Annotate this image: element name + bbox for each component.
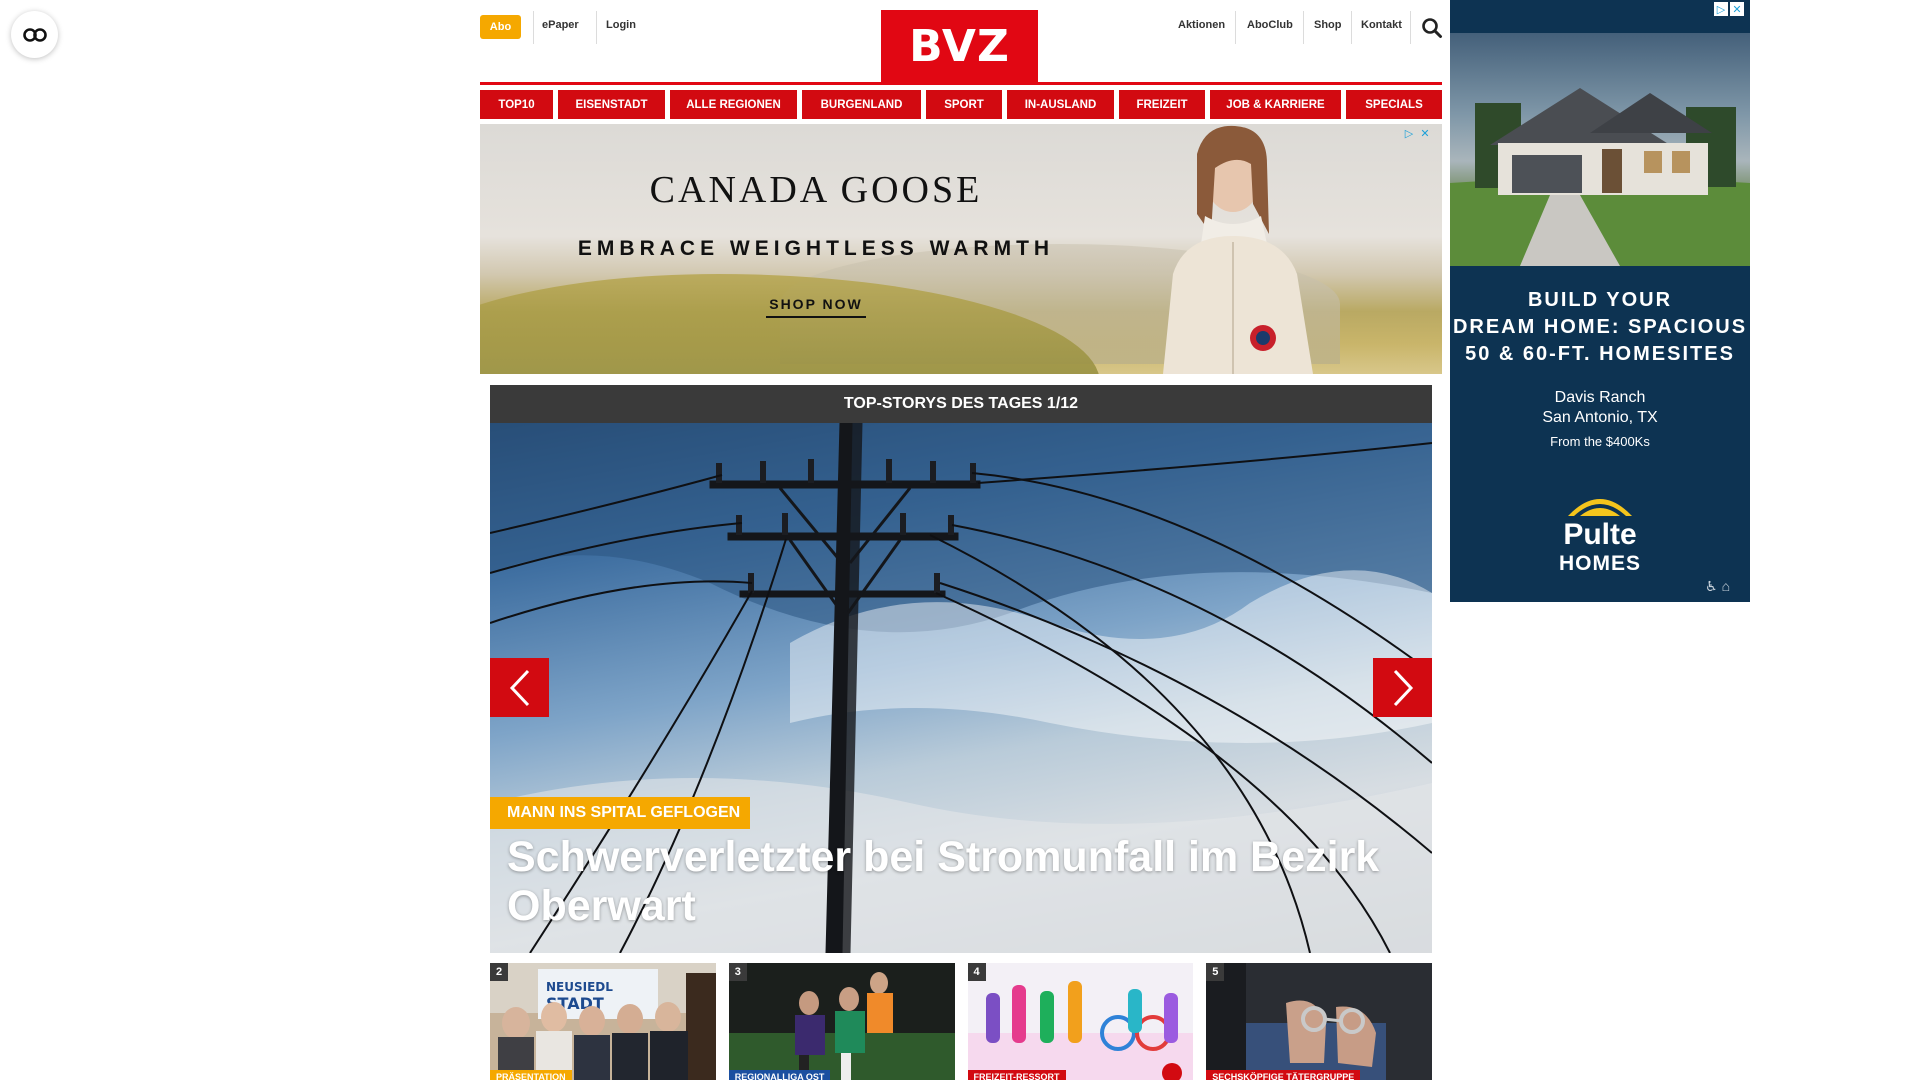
thumb-number: 3 [728, 963, 747, 981]
header-divider [1410, 11, 1411, 44]
headline-line: 50 & 60-FT. HOMESITES [1465, 343, 1735, 365]
aktionen-link[interactable]: Aktionen [1178, 19, 1225, 31]
nav-item-alle-regionen[interactable]: ALLE REGIONEN [670, 90, 797, 119]
headline-line: BUILD YOUR [1527, 289, 1673, 311]
site-logo[interactable]: BVZ [881, 10, 1038, 82]
accessibility-toggle-button[interactable] [11, 11, 58, 58]
aboclub-link[interactable]: AboClub [1247, 19, 1293, 31]
story-thumb-4[interactable]: 4 FREIZEIT-RESSORT [967, 963, 1194, 1080]
page-main-column: Abo ePaper Login BVZ Aktionen AboClub Sh… [480, 0, 1442, 1080]
top-stories-section: TOP-STORYS DES TAGES 1/12 MANN INS SPITA… [490, 385, 1432, 1080]
epaper-link[interactable]: ePaper [542, 19, 579, 31]
nav-item-job-karriere[interactable]: JOB & KARRIERE [1210, 90, 1341, 119]
banner-ad[interactable]: CANADA GOOSE EMBRACE WEIGHTLESS WARMTH S… [480, 124, 1442, 374]
ad-tagline: EMBRACE WEIGHTLESS WARMTH [577, 237, 1055, 260]
thumb-category-tag: REGIONALLIGA OST [728, 1070, 831, 1080]
carousel-next-button[interactable] [1373, 658, 1432, 717]
hero-kicker: MANN INS SPITAL GEFLOGEN [490, 797, 751, 829]
nav-item-burgenland[interactable]: BURGENLAND [802, 90, 921, 119]
svg-text:NEUSIEDL: NEUSIEDL [546, 980, 613, 994]
adchoices-icon[interactable]: ▷ [1402, 126, 1416, 140]
header-rule [480, 82, 1442, 85]
nav-item-sport[interactable]: SPORT [926, 90, 1002, 119]
hero-headline[interactable]: Schwerverletzter bei Stromunfall im Bezi… [507, 833, 1407, 931]
header-divider [1235, 11, 1236, 44]
side-ad-location: Davis Ranch San Antonio, TX [1450, 388, 1750, 428]
story-thumb-2[interactable]: NEUSIEDL STADT 2 PRÄSENTATION [490, 963, 716, 1080]
header-divider [1303, 11, 1304, 44]
side-adchoices-control[interactable]: ▷ ✕ [1714, 2, 1744, 16]
kontakt-link[interactable]: Kontakt [1361, 19, 1402, 31]
equal-housing-icon: ⌂ [1721, 578, 1731, 594]
chevron-right-icon [1393, 669, 1413, 706]
accessibility-wheelchair-icon: ♿ [1705, 578, 1718, 594]
story-thumb-3[interactable]: 3 REGIONALLIGA OST [728, 963, 955, 1080]
ad-close-icon[interactable]: ✕ [1730, 2, 1744, 16]
nav-item-top10[interactable]: TOP10 [480, 90, 553, 119]
nav-item-in-ausland[interactable]: IN-AUSLAND [1007, 90, 1114, 119]
main-navigation: TOP10 EISENSTADT ALLE REGIONEN BURGENLAN… [480, 90, 1442, 119]
thumb-image-presentation: NEUSIEDL STADT [490, 963, 716, 1080]
thumb-category-tag: PRÄSENTATION [490, 1070, 572, 1080]
thumb-image-football [728, 963, 955, 1080]
chevron-left-icon [509, 669, 529, 706]
side-ad-house-image [1450, 33, 1750, 266]
adchoices-icon[interactable]: ▷ [1714, 2, 1728, 16]
ad-close-icon[interactable]: ✕ [1418, 126, 1432, 140]
nav-item-freizeit[interactable]: FREIZEIT [1119, 90, 1205, 119]
logo-wordmark-top: Pulte [1563, 518, 1636, 551]
logo-wordmark-bottom: HOMES [1559, 552, 1641, 575]
side-ad-footer-icons: ♿ ⌂ [1705, 578, 1730, 595]
nav-item-eisenstadt[interactable]: EISENSTADT [558, 90, 665, 119]
thumb-number: 2 [490, 963, 508, 981]
thumb-number: 5 [1206, 963, 1225, 981]
login-link[interactable]: Login [606, 19, 636, 31]
abo-button[interactable]: Abo [480, 15, 521, 39]
thumb-image-colorful-figures [967, 963, 1194, 1080]
header-divider [1351, 11, 1352, 44]
site-header: Abo ePaper Login BVZ Aktionen AboClub Sh… [480, 0, 1443, 85]
location-line: Davis Ranch [1554, 389, 1646, 406]
ad-model-image [1163, 125, 1313, 374]
side-ad[interactable]: ▷ ✕ BUILD YOUR DREAM HOME: SPACIOUS 50 &… [1450, 0, 1750, 602]
top-stories-header: TOP-STORYS DES TAGES 1/12 [490, 385, 1432, 423]
header-divider [596, 11, 597, 44]
side-ad-headline: BUILD YOUR DREAM HOME: SPACIOUS 50 & 60-… [1450, 287, 1750, 368]
house-illustration [1450, 88, 1750, 266]
thumb-number: 4 [967, 963, 986, 981]
adchoices-control[interactable]: ▷ ✕ [1402, 126, 1432, 140]
headline-line: DREAM HOME: SPACIOUS [1452, 316, 1748, 338]
story-thumbnails: NEUSIEDL STADT 2 PRÄSENTATION 3 REGIONAL… [490, 963, 1432, 1080]
story-thumb-5[interactable]: 5 SECHSKÖPFIGE TÄTERGRUPPE [1206, 963, 1432, 1080]
header-divider [533, 11, 534, 44]
pulte-homes-logo: Pulte HOMES [1559, 499, 1641, 575]
ad-brand-name: CANADA GOOSE [649, 169, 983, 211]
ad-shop-now-link[interactable]: SHOP NOW [766, 296, 866, 318]
hero-story[interactable]: MANN INS SPITAL GEFLOGEN Schwerverletzte… [490, 423, 1432, 953]
location-line: San Antonio, TX [1542, 409, 1658, 426]
search-icon[interactable] [1421, 17, 1443, 39]
carousel-prev-button[interactable] [490, 658, 549, 717]
accessibility-icon [22, 27, 47, 42]
thumb-image-handcuffs [1206, 963, 1432, 1080]
thumb-category-tag: FREIZEIT-RESSORT [967, 1070, 1066, 1080]
side-ad-price: From the $400Ks [1550, 434, 1650, 449]
shop-link[interactable]: Shop [1314, 19, 1342, 31]
thumb-category-tag: SECHSKÖPFIGE TÄTERGRUPPE [1206, 1070, 1361, 1080]
nav-item-specials[interactable]: SPECIALS [1346, 90, 1442, 119]
